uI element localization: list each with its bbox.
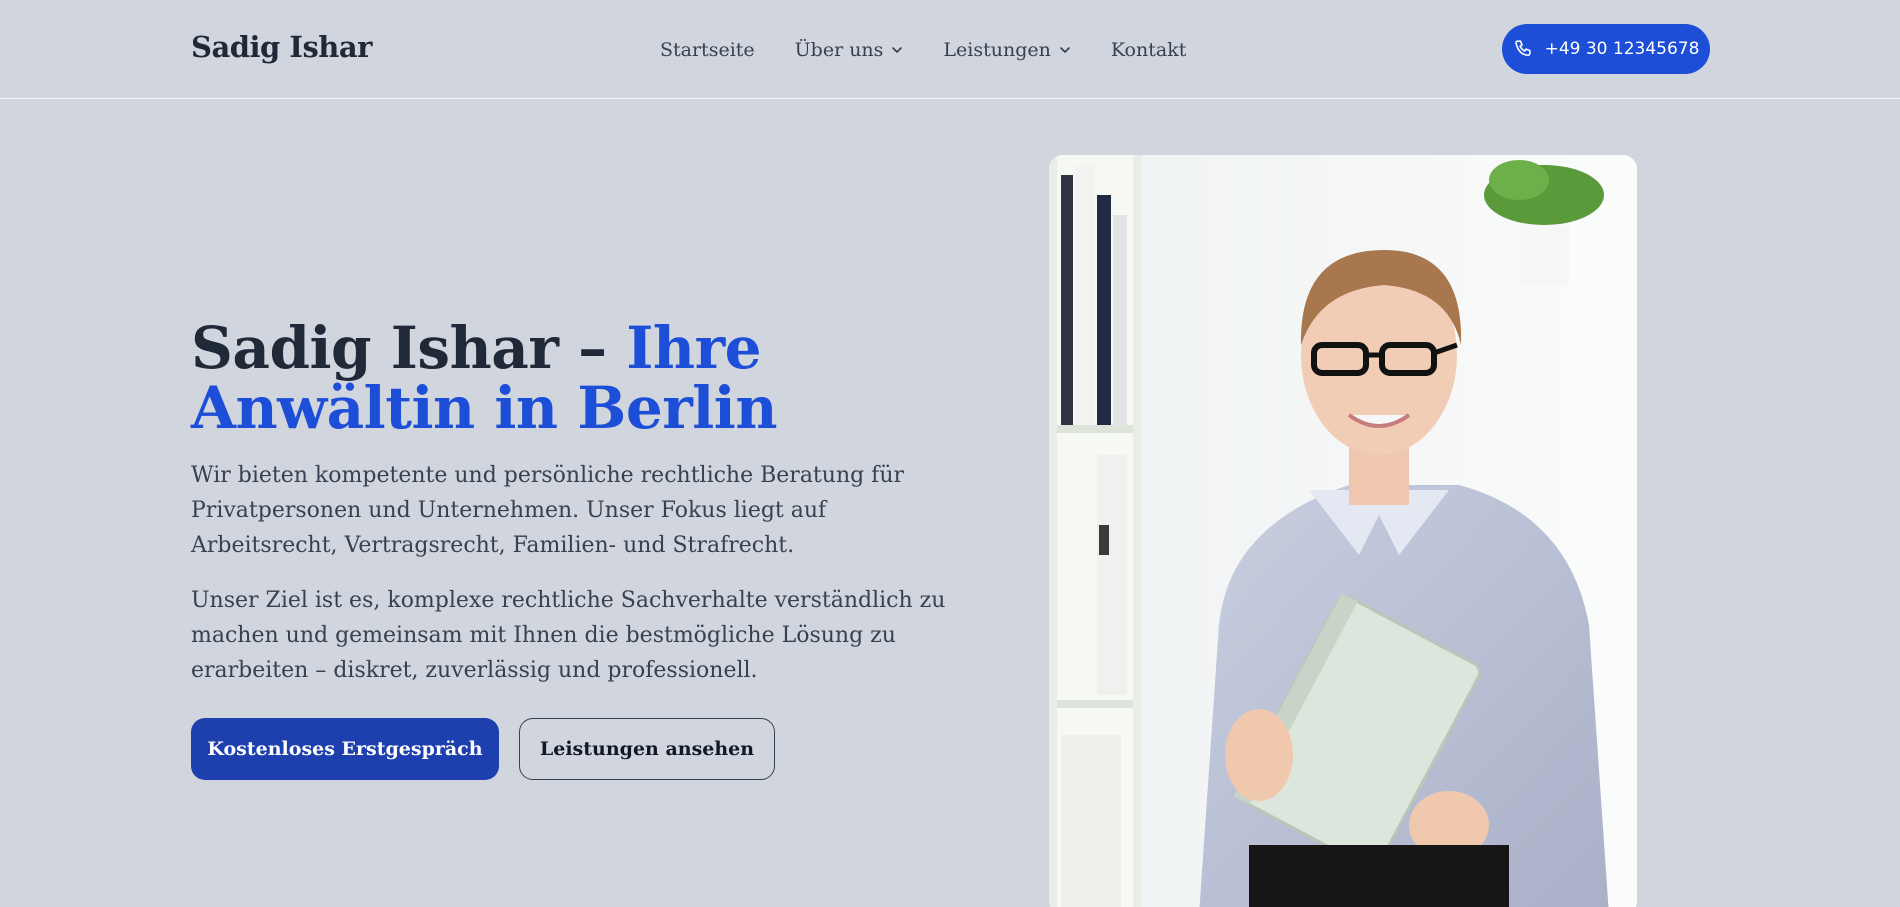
site-header: Sadig Ishar Startseite Über uns Leistung…	[0, 0, 1900, 99]
nav-item-label: Leistungen	[943, 39, 1051, 61]
brand-logo[interactable]: Sadig Ishar	[191, 30, 372, 64]
phone-icon	[1514, 40, 1531, 56]
nav-item-kontakt[interactable]: Kontakt	[1111, 39, 1186, 61]
nav-item-leistungen[interactable]: Leistungen	[943, 39, 1070, 61]
view-services-button[interactable]: Leistungen ansehen	[519, 718, 775, 780]
hero-title-main: Sadig Ishar –	[191, 314, 627, 382]
nav-item-label: Über uns	[794, 39, 884, 61]
hero-portrait-image	[1049, 155, 1637, 907]
hero-title: Sadig Ishar – Ihre Anwältin in Berlin	[191, 318, 891, 438]
nav-item-label: Startseite	[660, 39, 755, 61]
free-consultation-button[interactable]: Kostenloses Erstgespräch	[191, 718, 499, 780]
chevron-down-icon	[892, 47, 903, 53]
chevron-down-icon	[1060, 47, 1070, 53]
phone-number: +49 30 12345678	[1544, 39, 1700, 59]
nav-item-ueber-uns[interactable]: Über uns	[795, 39, 904, 61]
nav-item-label: Kontakt	[1110, 39, 1187, 61]
main-nav: Startseite Über uns Leistungen Kontakt	[660, 37, 1226, 63]
hero-paragraph-2: Unser Ziel ist es, komplexe rechtliche S…	[191, 588, 946, 683]
phone-button[interactable]: +49 30 12345678	[1502, 24, 1710, 74]
nav-item-startseite[interactable]: Startseite	[660, 39, 755, 61]
hero-paragraph-1: Wir bieten kompetente und persönliche re…	[191, 463, 905, 558]
